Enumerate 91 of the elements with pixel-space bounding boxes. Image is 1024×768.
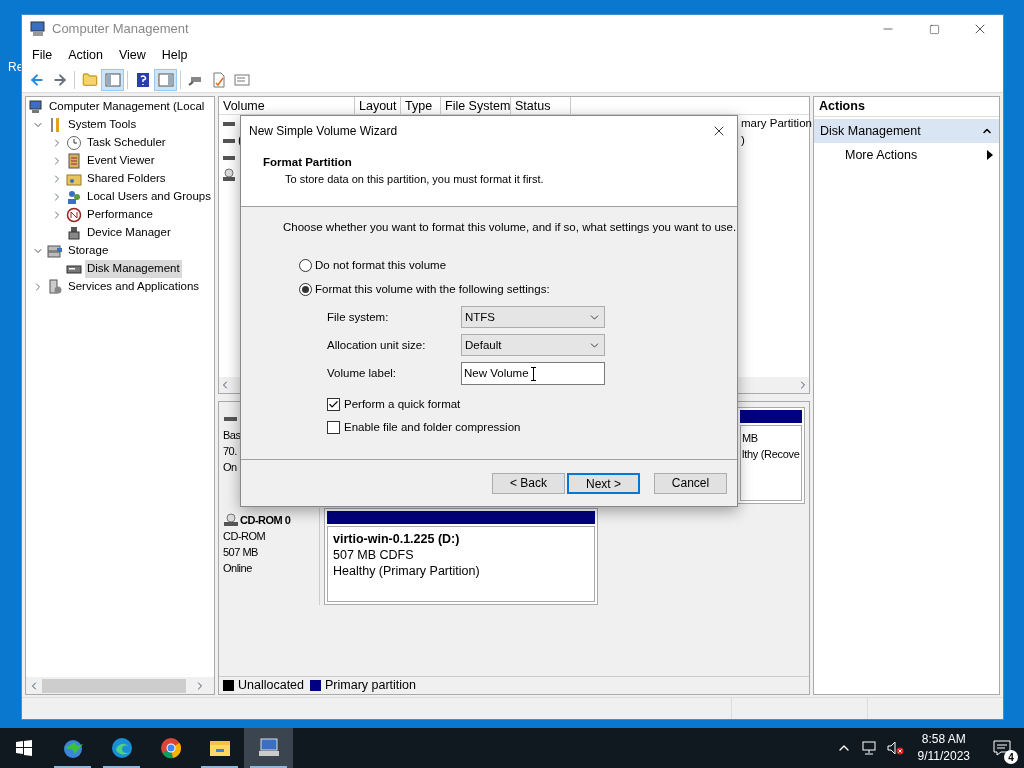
column-header[interactable]: Volume [219,97,355,114]
tree-item[interactable]: Performance [85,206,155,224]
partition-info: Healthy (Primary Partition) [333,563,481,579]
dropdown[interactable]: NTFS [461,306,605,329]
radio-button[interactable] [299,258,312,272]
performance-icon [66,207,82,223]
notification-count: 4 [1004,750,1018,764]
instructions-text: Choose whether you want to format this volume, and if so, what settings you want to use. [283,220,737,235]
tree-item[interactable]: Local Users and Groups [85,188,213,206]
chrome-icon [158,736,183,760]
page-heading: Format Partition [263,155,353,170]
field-label: Volume label: [327,366,398,382]
submenu-arrow-icon [987,150,993,160]
disk-name: CD-ROM 0 [240,513,291,528]
disk-info: Bas [223,428,242,443]
clock[interactable]: 8:58 AM 9/11/2023 [917,731,970,765]
partition-info: MB [742,431,759,446]
tree-item[interactable]: Disk Management [85,260,182,278]
dialog-button[interactable]: Cancel [654,472,727,494]
cd-drive-icon [222,167,236,182]
log-icon [66,153,82,169]
actions-title: Actions [814,97,999,117]
column-header[interactable]: Layout [355,97,401,114]
device-icon [66,225,82,241]
action-item[interactable]: More Actions [814,143,999,167]
tree-item[interactable]: Shared Folders [85,170,168,188]
radio-label[interactable]: Format this volume with the following settings: [315,280,550,298]
network-icon[interactable] [859,740,878,756]
partition[interactable]: virtio-win-0.1.225 (D:) 507 MB CDFS Healthy (Primary Partition) [324,508,598,605]
legend-label: Primary partition [325,677,416,695]
column-header[interactable]: Type [401,97,441,114]
window-title: Computer Management [52,20,189,39]
legend-label: Unallocated [238,677,304,695]
menu-item[interactable]: Action [60,45,111,65]
tree-pane-icon[interactable] [101,68,124,91]
computer-icon [28,99,44,115]
tree-item[interactable]: System Tools [66,116,139,134]
drive-icon [223,138,235,143]
disk-info: On [223,460,238,475]
disk-info: CD-ROM [223,529,267,544]
dropdown[interactable]: Default [461,334,605,357]
actions-section[interactable]: Disk Management [814,119,999,143]
disk-info: Online [223,561,253,576]
input-field[interactable]: New Volume [461,362,605,386]
services-icon [47,279,63,295]
users-icon [66,189,82,205]
horizontal-scrollbar[interactable] [26,677,214,694]
notifications-button[interactable]: 4 [980,728,1024,768]
radio-button[interactable] [299,282,312,296]
checkbox[interactable] [327,397,340,411]
checkbox[interactable] [327,420,340,434]
menu-item[interactable]: File [24,45,61,65]
column-header[interactable]: Status [511,97,571,114]
drive-icon [223,155,235,160]
maximize-icon [928,23,940,35]
storage-icon [47,243,63,259]
tree-item[interactable]: Event Viewer [85,152,157,170]
tree-item[interactable]: Services and Applications [66,278,202,296]
shared-folder-icon [66,171,82,187]
partition[interactable]: MB lthy (Recove [737,407,805,504]
app-icon [30,21,46,37]
checkbox-label[interactable]: Perform a quick format [344,395,461,413]
table-cell-text: ) [741,132,746,148]
edge-icon [109,736,134,760]
muted-speaker-icon[interactable] [885,740,904,756]
radio-label[interactable]: Do not format this volume [315,256,447,274]
column-header[interactable]: File System [441,97,511,114]
partition-info: 507 MB CDFS [333,547,415,563]
tree-item[interactable]: Storage [66,242,111,260]
menu-item[interactable]: Help [153,45,196,65]
field-label: File system: [327,309,390,325]
taskbar-app[interactable] [244,728,293,768]
partition-title: virtio-win-0.1.225 (D:) [333,531,461,547]
windows-logo-icon [16,740,32,756]
field-label: Allocation unit size: [327,337,427,353]
dialog-button[interactable]: Next > [567,472,640,494]
tree-item[interactable]: Device Manager [85,224,173,242]
tree-item[interactable]: Computer Management (Local [47,98,207,116]
disk-info: 70. [223,444,238,459]
drive-icon [223,121,235,126]
checkbox-label[interactable]: Enable file and folder compression [344,418,521,436]
text-cursor-icon [530,366,536,381]
menu-item[interactable]: View [110,45,154,65]
clock-icon [66,135,82,151]
dialog-title: New Simple Volume Wizard [249,122,398,140]
partition-info: lthy (Recove [742,447,800,462]
cd-drive-icon [223,513,239,527]
page-description: To store data on this partition, you must format it first. [284,172,545,188]
tree-item[interactable]: Task Scheduler [85,134,168,152]
disk-info: 507 MB [223,545,259,560]
dialog-button[interactable]: < Back [492,472,565,494]
